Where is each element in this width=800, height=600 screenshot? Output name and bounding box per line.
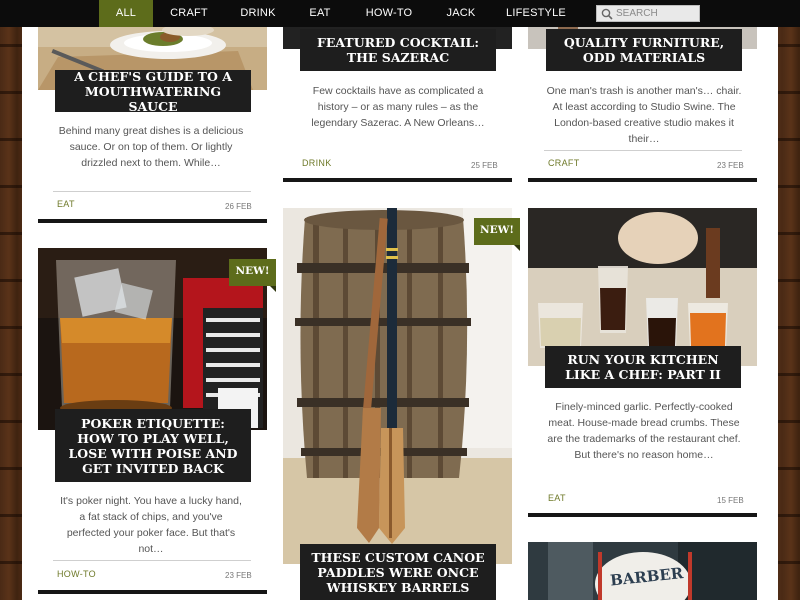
card-bottom-bar bbox=[38, 590, 267, 594]
card-bottom-bar bbox=[283, 178, 512, 182]
article-title[interactable]: Poker Etiquette: How to Play Well, Lose … bbox=[55, 409, 251, 482]
article-date: 23 FEB bbox=[225, 571, 252, 580]
article-excerpt: Finely-minced garlic. Perfectly-cooked m… bbox=[547, 401, 741, 461]
article-card-barber[interactable]: BARBER bbox=[522, 542, 778, 600]
kitchen-prep-image bbox=[528, 208, 757, 366]
search-box[interactable] bbox=[596, 5, 700, 22]
nav-item-how-to[interactable]: HOW-TO bbox=[361, 0, 417, 27]
nav-item-craft[interactable]: CRAFT bbox=[163, 0, 215, 27]
nav-item-jack[interactable]: JACK bbox=[441, 0, 481, 27]
card-bottom-bar bbox=[528, 513, 757, 517]
article-category[interactable]: HOW-TO bbox=[57, 569, 96, 579]
card-bottom-bar bbox=[528, 178, 757, 182]
article-title[interactable]: Run Your Kitchen Like a Chef: Part II bbox=[545, 346, 741, 388]
article-title[interactable]: A Chef's Guide to a Mouthwatering Sauce bbox=[55, 69, 251, 114]
card-bottom-bar bbox=[38, 219, 267, 223]
article-card-sazerac[interactable]: Featured Cocktail: The Sazerac Few cockt… bbox=[272, 27, 522, 187]
article-card-poker[interactable]: NEW! Poker Etiquette: How to Play Well, … bbox=[22, 248, 276, 600]
article-title[interactable]: Quality Furniture, Odd Materials bbox=[546, 29, 742, 71]
article-title[interactable]: Featured Cocktail: The Sazerac bbox=[300, 29, 496, 71]
barrel-paddle-image bbox=[283, 208, 512, 564]
nav-item-lifestyle[interactable]: LIFESTYLE bbox=[503, 0, 569, 27]
barber-shop-image: BARBER bbox=[528, 542, 757, 600]
article-date: 26 FEB bbox=[225, 202, 252, 211]
divider bbox=[53, 191, 251, 192]
article-date: 25 FEB bbox=[471, 161, 498, 170]
nav-item-eat[interactable]: EAT bbox=[303, 0, 337, 27]
article-excerpt: Behind many great dishes is a delicious … bbox=[58, 125, 244, 169]
article-excerpt: Few cocktails have as complicated a hist… bbox=[311, 85, 485, 129]
article-title[interactable]: These Custom Canoe Paddles Were Once Whi… bbox=[300, 544, 496, 600]
article-date: 23 FEB bbox=[717, 161, 744, 170]
divider bbox=[544, 150, 742, 151]
new-badge: NEW! bbox=[474, 218, 520, 251]
article-card-kitchen[interactable]: Run Your Kitchen Like a Chef: Part II Fi… bbox=[522, 208, 778, 518]
top-nav: ALL CRAFT DRINK EAT HOW-TO JACK LIFESTYL… bbox=[0, 0, 800, 27]
search-input[interactable] bbox=[616, 6, 698, 21]
new-badge: NEW! bbox=[229, 259, 276, 292]
article-card-chefs-sauce[interactable]: A Chef's Guide to a Mouthwatering Sauce … bbox=[22, 27, 272, 227]
article-excerpt: One man's trash is another man's… chair.… bbox=[546, 85, 742, 145]
nav-item-drink[interactable]: DRINK bbox=[233, 0, 283, 27]
article-grid: A Chef's Guide to a Mouthwatering Sauce … bbox=[22, 27, 778, 600]
article-date: 15 FEB bbox=[717, 496, 744, 505]
divider bbox=[53, 560, 251, 561]
nav-item-all[interactable]: ALL bbox=[99, 0, 153, 27]
article-card-furniture[interactable]: Quality Furniture, Odd Materials One man… bbox=[522, 27, 778, 187]
article-card-canoe[interactable]: NEW! These Custom Canoe Paddles Were Onc… bbox=[272, 208, 522, 600]
article-category[interactable]: EAT bbox=[57, 199, 75, 209]
article-excerpt: It's poker night. You have a lucky hand,… bbox=[60, 495, 242, 555]
article-category[interactable]: EAT bbox=[548, 493, 566, 503]
article-category[interactable]: CRAFT bbox=[548, 158, 580, 168]
search-icon bbox=[601, 8, 613, 20]
article-category[interactable]: DRINK bbox=[302, 158, 332, 168]
